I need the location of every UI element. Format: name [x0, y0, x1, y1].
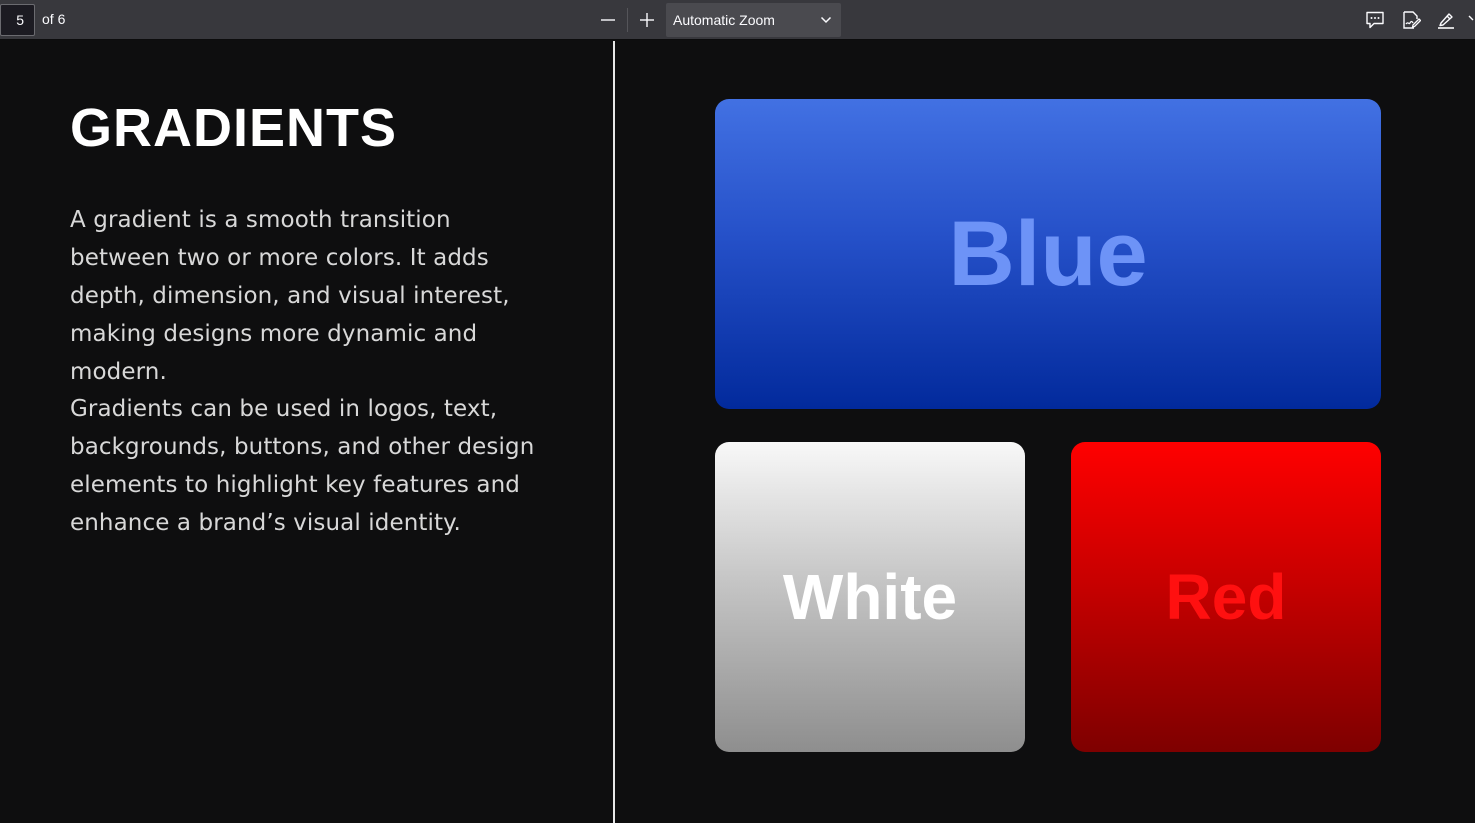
chevron-more-icon — [1468, 15, 1473, 21]
plus-icon — [640, 13, 654, 27]
zoom-separator — [627, 8, 628, 32]
chevron-down-icon — [820, 16, 832, 24]
signature-icon — [1403, 11, 1421, 29]
page-number-input[interactable]: 5 — [0, 4, 35, 36]
minus-icon — [601, 19, 615, 21]
red-card-label: Red — [1165, 561, 1287, 633]
white-card-label: White — [782, 561, 958, 633]
highlight-button[interactable] — [1432, 6, 1460, 34]
pdf-toolbar: 5 of 6 Automatic Zoom — [0, 0, 1475, 40]
highlighter-icon — [1438, 13, 1454, 29]
blue-gradient-card: Blue — [715, 99, 1381, 409]
signature-button[interactable] — [1397, 6, 1425, 34]
blue-card-label: Blue — [948, 202, 1148, 305]
zoom-select[interactable]: Automatic Zoom — [666, 3, 841, 37]
red-gradient-card: Red — [1071, 442, 1381, 752]
slide-title: GRADIENTS — [70, 98, 398, 158]
slide-paragraph-1: A gradient is a smooth transition betwee… — [70, 207, 510, 385]
more-tools-button[interactable] — [1466, 6, 1475, 34]
zoom-in-button[interactable] — [632, 5, 662, 35]
comment-icon — [1366, 11, 1384, 29]
white-gradient-card: White — [715, 442, 1025, 752]
slide-paragraph-2: Gradients can be used in logos, text, ba… — [70, 396, 535, 536]
zoom-select-value: Automatic Zoom — [673, 12, 775, 28]
comment-button[interactable] — [1361, 6, 1389, 34]
zoom-out-button[interactable] — [593, 5, 623, 35]
page-count-label: of 6 — [42, 11, 66, 27]
